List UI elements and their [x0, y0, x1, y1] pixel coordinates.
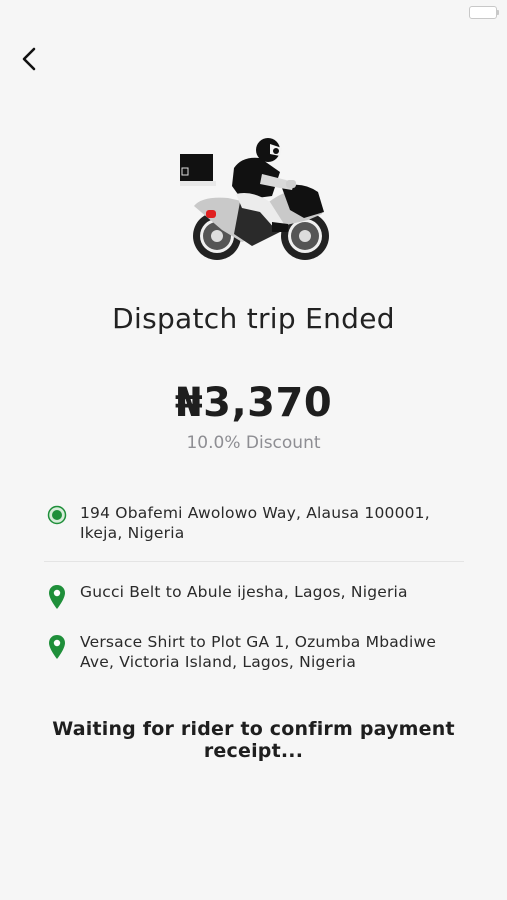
destination-stop: Gucci Belt to Abule ijesha, Lagos, Niger…	[44, 562, 464, 610]
destination-address: Versace Shirt to Plot GA 1, Ozumba Mbadi…	[80, 633, 437, 671]
location-pin-icon	[44, 582, 70, 610]
status-bar	[0, 0, 507, 24]
payment-waiting-message: Waiting for rider to confirm payment rec…	[52, 718, 455, 762]
trip-amount: ₦3,370	[174, 380, 333, 426]
discount-label: 10.0% Discount	[186, 433, 321, 453]
delivery-rider-illustration	[180, 138, 329, 260]
trip-status-title: Dispatch trip Ended	[112, 302, 395, 335]
destination-stop: Versace Shirt to Plot GA 1, Ozumba Mbadi…	[44, 610, 464, 672]
location-pin-icon	[44, 632, 70, 660]
battery-icon	[469, 6, 499, 19]
destination-address: Gucci Belt to Abule ijesha, Lagos, Niger…	[80, 583, 408, 601]
trip-stops-list: 194 Obafemi Awolowo Way, Alausa 100001, …	[44, 500, 464, 672]
trip-ended-screen: Dispatch trip Ended ₦3,370 10.0% Discoun…	[0, 0, 507, 900]
chevron-left-icon	[22, 47, 36, 71]
delivery-box-icon	[180, 154, 216, 186]
origin-stop: 194 Obafemi Awolowo Way, Alausa 100001, …	[44, 500, 464, 562]
origin-address: 194 Obafemi Awolowo Way, Alausa 100001, …	[80, 504, 430, 542]
back-button[interactable]	[14, 44, 44, 74]
origin-dot-icon	[44, 503, 70, 525]
